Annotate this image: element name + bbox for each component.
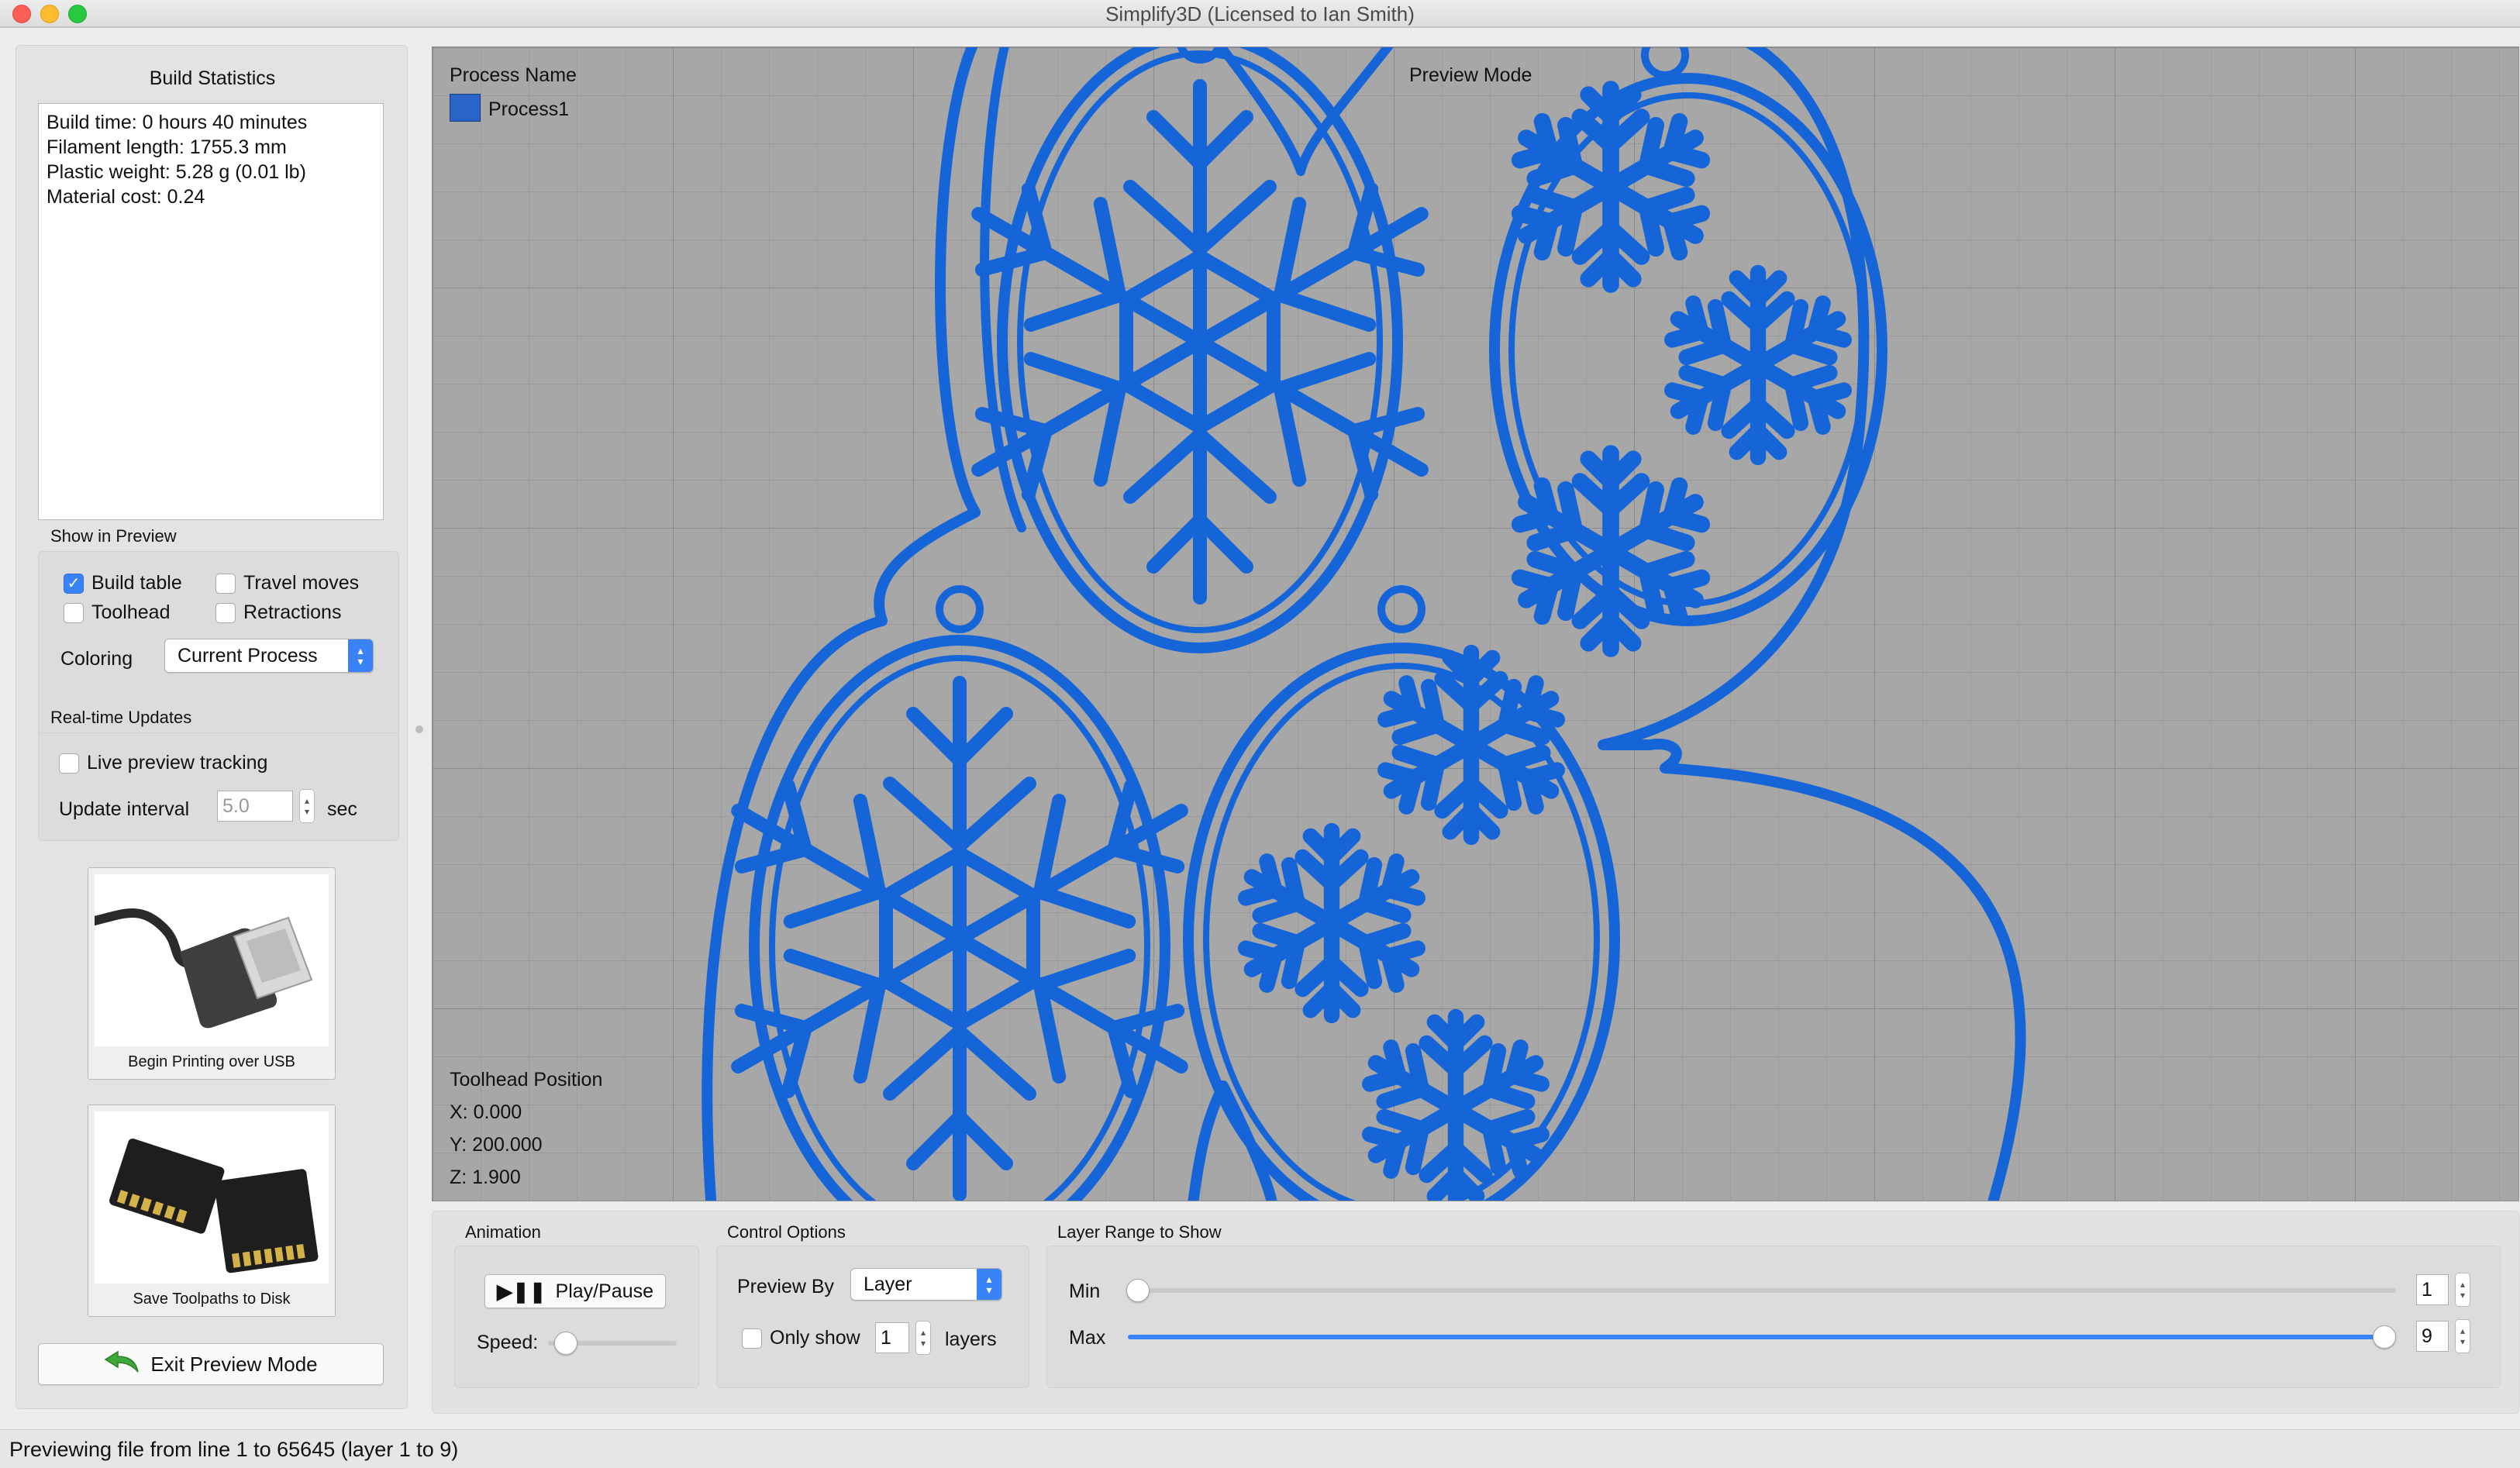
realtime-updates-label: Real-time Updates bbox=[50, 708, 192, 727]
speed-slider-knob[interactable] bbox=[554, 1332, 577, 1355]
preview-viewport[interactable]: Process Name Process1 Preview Mode Toolh… bbox=[432, 47, 2519, 1201]
checkbox-icon bbox=[742, 1328, 762, 1349]
back-arrow-icon bbox=[104, 1350, 140, 1379]
retractions-checkbox[interactable]: Retractions bbox=[215, 601, 341, 624]
max-layer-stepper[interactable]: ▴ ▾ bbox=[2455, 1319, 2470, 1353]
toolhead-position-header: Toolhead Position bbox=[450, 1069, 603, 1091]
animation-label: Animation bbox=[465, 1222, 541, 1242]
preview-by-select[interactable]: Layer ▴ ▾ bbox=[850, 1268, 1002, 1301]
preview-by-label: Preview By bbox=[737, 1276, 835, 1297]
exit-preview-mode-button[interactable]: Exit Preview Mode bbox=[38, 1343, 384, 1385]
title-bar: Simplify3D (Licensed to Ian Smith) bbox=[0, 0, 2520, 28]
min-layer-input[interactable]: 1 bbox=[2416, 1274, 2449, 1305]
preview-mode-label: Preview Mode bbox=[1409, 64, 1532, 86]
checkbox-icon bbox=[59, 753, 79, 774]
build-statistics-title: Build Statistics bbox=[149, 67, 276, 89]
show-in-preview-label: Show in Preview bbox=[50, 526, 177, 546]
select-arrows-icon: ▴ ▾ bbox=[977, 1269, 1001, 1300]
checkbox-icon bbox=[215, 602, 236, 623]
checkbox-icon bbox=[215, 573, 236, 594]
update-interval-stepper[interactable]: ▴ ▾ bbox=[299, 789, 315, 823]
layer-range-group: Min 1 ▴ ▾ Max 9 ▴ ▾ bbox=[1046, 1246, 2501, 1388]
update-interval-input[interactable]: 5.0 bbox=[217, 791, 293, 822]
live-preview-tracking-checkbox[interactable]: Live preview tracking bbox=[59, 752, 267, 774]
sd-cards-image bbox=[95, 1111, 329, 1284]
window-title: Simplify3D (Licensed to Ian Smith) bbox=[1105, 2, 1415, 26]
checkmark-icon: ✓ bbox=[64, 573, 84, 594]
control-options-group: Preview By Layer ▴ ▾ Only show 1 ▴ ▾ layer… bbox=[716, 1246, 1029, 1388]
coloring-select[interactable]: Current Process ▴ ▾ bbox=[164, 639, 374, 673]
layer-range-label: Layer Range to Show bbox=[1057, 1222, 1222, 1242]
begin-printing-usb-button[interactable]: Begin Printing over USB bbox=[88, 867, 336, 1080]
min-slider-knob[interactable] bbox=[1126, 1279, 1150, 1302]
speed-label: Speed: bbox=[477, 1332, 539, 1353]
checkbox-icon bbox=[64, 602, 84, 623]
filament-length-text: Filament length: 1755.3 mm bbox=[47, 136, 287, 158]
max-layer-input[interactable]: 9 bbox=[2416, 1321, 2449, 1352]
bottom-controls: Animation ▶❚❚ Play/Pause Speed: Control … bbox=[432, 1211, 2519, 1414]
left-panel: Build Statistics Build time: 0 hours 40 … bbox=[16, 45, 408, 1409]
toolhead-z: Z: 1.900 bbox=[450, 1166, 521, 1188]
only-show-layers-input[interactable]: 1 bbox=[875, 1322, 909, 1353]
min-slider-track[interactable] bbox=[1128, 1288, 2396, 1293]
max-slider-track[interactable] bbox=[1128, 1335, 2396, 1339]
coloring-label: Coloring bbox=[60, 648, 133, 670]
only-show-stepper[interactable]: ▴ ▾ bbox=[915, 1321, 931, 1355]
process-name-header: Process Name bbox=[450, 64, 577, 86]
only-show-checkbox[interactable]: Only show bbox=[742, 1327, 860, 1349]
realtime-updates-group: Live preview tracking Update interval 5.… bbox=[38, 732, 399, 841]
usb-cable-image bbox=[90, 874, 329, 1046]
build-time-text: Build time: 0 hours 40 minutes bbox=[47, 112, 308, 133]
max-label: Max bbox=[1069, 1327, 1106, 1349]
animation-group: ▶❚❚ Play/Pause Speed: bbox=[454, 1246, 699, 1388]
layers-label: layers bbox=[945, 1328, 997, 1350]
toolhead-checkbox[interactable]: Toolhead bbox=[64, 601, 170, 624]
min-layer-stepper[interactable]: ▴ ▾ bbox=[2455, 1273, 2470, 1307]
material-cost-text: Material cost: 0.24 bbox=[47, 186, 205, 208]
max-slider-knob[interactable] bbox=[2373, 1325, 2396, 1349]
splitter-handle[interactable] bbox=[415, 725, 423, 733]
status-bar: Previewing file from line 1 to 65645 (la… bbox=[0, 1429, 2520, 1468]
control-options-label: Control Options bbox=[727, 1222, 846, 1242]
play-pause-icon: ▶❚❚ bbox=[496, 1279, 546, 1303]
disk-button-caption: Save Toolpaths to Disk bbox=[133, 1291, 291, 1308]
process-color-swatch bbox=[450, 94, 481, 122]
select-arrows-icon: ▴ ▾ bbox=[348, 639, 373, 672]
toolhead-y: Y: 200.000 bbox=[450, 1134, 543, 1156]
usb-button-caption: Begin Printing over USB bbox=[128, 1053, 295, 1070]
update-interval-label: Update interval bbox=[59, 798, 190, 820]
save-toolpaths-disk-button[interactable]: Save Toolpaths to Disk bbox=[88, 1104, 336, 1317]
interval-unit-label: sec bbox=[327, 798, 357, 820]
plastic-weight-text: Plastic weight: 5.28 g (0.01 lb) bbox=[47, 161, 306, 183]
play-pause-button[interactable]: ▶❚❚ Play/Pause bbox=[484, 1274, 666, 1308]
min-label: Min bbox=[1069, 1280, 1101, 1302]
build-table-checkbox[interactable]: ✓ Build table bbox=[64, 572, 182, 594]
toolpath-render bbox=[433, 47, 2518, 1201]
build-statistics-box: Build time: 0 hours 40 minutes Filament … bbox=[38, 103, 384, 520]
travel-moves-checkbox[interactable]: Travel moves bbox=[215, 572, 359, 594]
toolhead-x: X: 0.000 bbox=[450, 1101, 522, 1123]
process-name: Process1 bbox=[488, 98, 570, 120]
app-window: Simplify3D (Licensed to Ian Smith) Build… bbox=[0, 0, 2520, 1468]
status-text: Previewing file from line 1 to 65645 (la… bbox=[9, 1438, 459, 1461]
